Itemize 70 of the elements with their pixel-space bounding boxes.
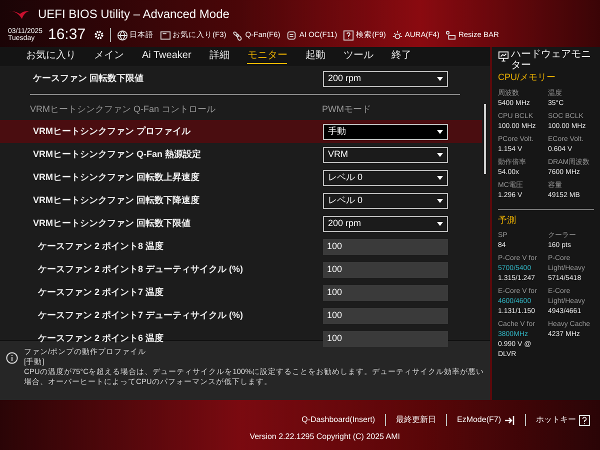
card-icon [445,30,456,40]
setting-row[interactable]: VRMヒートシンクファン Q-Fan 熱源設定 VRM [0,143,482,166]
scrollbar[interactable] [484,104,486,174]
number-field[interactable]: 100 [323,308,448,324]
section-title: VRMヒートシンクファン Q-Fan コントロール [30,102,217,116]
setting-label: VRMヒートシンクファン プロファイル [32,124,192,138]
dropdown-field[interactable]: レベル 0 [323,192,448,208]
setting-label: ケースファン 2 ポイント8 デューティサイクル (%) [37,262,244,276]
settings-icon[interactable] [94,30,104,40]
menu-tab[interactable]: 詳細 [209,49,230,64]
number-field[interactable]: 100 [323,238,448,254]
caret-icon [437,198,443,202]
footer-button[interactable]: Q-Dashboard(Insert) [302,414,375,426]
number-field[interactable]: 100 [323,284,448,300]
setting-row[interactable]: ケースファン 回転数下限値 200 rpm [0,67,482,90]
setting-row[interactable]: ケースファン 2 ポイント7 デューティサイクル (%) 100 [0,304,482,327]
setting-row[interactable]: VRMヒートシンクファン 回転数上昇速度 レベル 0 [0,166,482,189]
setting-label: VRMヒートシンクファン 回転数上昇速度 [32,170,200,184]
caret-icon [437,222,443,226]
section-heading: 予測 [498,214,517,226]
caret-icon [437,76,443,80]
monitor-title: ハードウェアモニター [511,49,592,71]
monitor-icon [498,51,509,62]
footer-button[interactable]: 最終更新日 [396,414,436,426]
setting-label: ケースファン 回転数下限値 [32,72,145,85]
window-title: UEFI BIOS Utility – Advanced Mode [38,6,230,23]
help-icon [343,30,354,40]
setting-row[interactable]: VRMヒートシンクファン プロファイル 手動 [0,120,482,143]
dropdown-field[interactable]: 200 rpm [323,216,448,232]
menu-tab[interactable]: Ai Tweaker [142,49,192,64]
setting-row[interactable]: VRMヒートシンクファン 回転数下降速度 レベル 0 [0,189,482,212]
chip-icon [286,30,298,40]
clock-text: 16:37 [48,24,86,45]
globe-icon [116,30,128,40]
help-icon [579,414,590,426]
setting-row[interactable]: ケースファン 2 ポイント7 温度 100 [0,281,482,304]
setting-row[interactable]: ケースファン 2 ポイント8 デューティサイクル (%) 100 [0,258,482,281]
menu-tab[interactable]: 終了 [391,49,412,64]
setting-label: VRMヒートシンクファン 回転数下降速度 [32,194,200,207]
footer-button[interactable]: EzMode(F7) [456,414,515,426]
setting-label: ケースファン 2 ポイント6 温度 [37,332,165,345]
setting-label: ケースファン 2 ポイント8 温度 [37,240,165,253]
dropdown-field[interactable]: レベル 0 [323,170,448,186]
number-field[interactable]: 100 [323,330,448,346]
menu-tab[interactable]: ツール [343,49,374,64]
caret-icon [437,176,443,180]
exit-arrow-icon [504,414,515,426]
setting-row[interactable]: VRMヒートシンクファン 回転数下限値 200 rpm [0,212,482,235]
dropdown-field[interactable]: 200 rpm [323,70,448,86]
info-icon [6,352,18,364]
menu-tab[interactable]: お気に入り [26,49,76,64]
dropdown-field[interactable]: VRM [323,146,448,162]
number-field[interactable]: 100 [323,262,448,278]
section-heading: CPU/メモリー [498,71,557,84]
setting-row[interactable]: ケースファン 2 ポイント8 温度 100 [0,235,482,258]
dropdown-field[interactable]: 手動 [323,124,448,140]
footer-button[interactable]: ホットキー [536,414,590,426]
setting-label: VRMヒートシンクファン 回転数下限値 [32,216,192,230]
setting-label: ケースファン 2 ポイント7 温度 [37,286,165,299]
version-text: Version 2.22.1295 Copyright (C) 2025 AMI [250,431,400,443]
eye-logo-icon [8,8,30,20]
section-mode: PWMモード [322,102,371,116]
menu-tab[interactable]: 起動 [305,49,326,64]
light-icon [392,30,403,40]
menu-tab[interactable]: モニター [247,49,288,64]
caret-icon [437,130,443,134]
setting-label: ケースファン 2 ポイント7 デューティサイクル (%) [37,308,244,322]
caret-icon [437,152,443,156]
menu-tab[interactable]: メイン [94,49,124,64]
setting-label: VRMヒートシンクファン Q-Fan 熱源設定 [32,148,202,161]
